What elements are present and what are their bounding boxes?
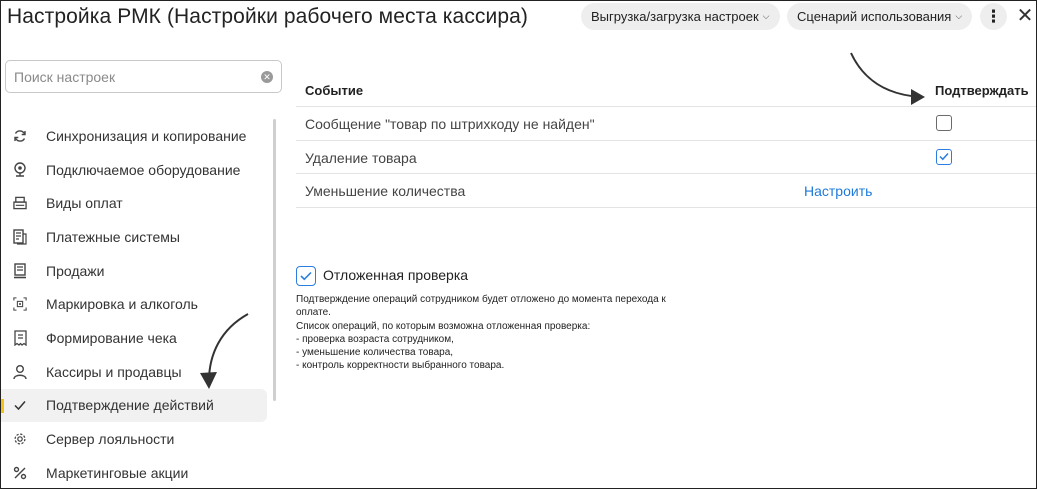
column-header-confirm: Подтверждать xyxy=(935,83,1029,98)
sidebar-item-label: Кассиры и продавцы xyxy=(46,363,182,380)
description-line: - контроль корректности выбранного товар… xyxy=(296,360,505,372)
close-button[interactable]: ✕ xyxy=(1014,5,1036,27)
barcode-scan-icon xyxy=(13,296,27,312)
sidebar-item-payment-types[interactable]: Виды оплат xyxy=(1,186,271,220)
sync-icon xyxy=(13,128,27,144)
annotation-arrow-icon xyxy=(200,313,249,389)
description-line: - проверка возраста сотрудником, xyxy=(296,333,454,345)
sidebar-item-marketing[interactable]: Маркетинговые акции xyxy=(1,456,271,488)
sidebar-item-label: Платежные системы xyxy=(46,228,180,245)
table-row: Удаление товара xyxy=(296,141,1036,174)
annotation-arrow-icon xyxy=(850,52,925,105)
webcam-icon xyxy=(13,161,27,178)
event-label: Уменьшение количества xyxy=(305,183,466,199)
sidebar-item-label: Синхронизация и копирование xyxy=(46,127,247,144)
page-title: Настройка РМК (Настройки рабочего места … xyxy=(7,5,529,28)
description-line: Список операций, по которым возможна отл… xyxy=(296,320,591,332)
deferred-check-label: Отложенная проверка xyxy=(323,267,469,283)
event-label: Сообщение "товар по штрихкоду не найден" xyxy=(305,116,595,132)
sidebar-item-payment-systems[interactable]: Платежные системы xyxy=(1,220,271,254)
clear-search-icon[interactable]: ✕ xyxy=(261,71,273,83)
usage-scenario-label: Сценарий использования xyxy=(797,9,952,24)
sidebar-item-label: Виды оплат xyxy=(46,195,123,212)
description-line: оплате. xyxy=(296,307,331,319)
sidebar-item-sync[interactable]: Синхронизация и копирование xyxy=(1,119,271,153)
sidebar-item-label: Формирование чека xyxy=(46,329,177,346)
confirm-checkbox[interactable] xyxy=(936,148,952,165)
sidebar-scrollbar[interactable] xyxy=(273,119,276,401)
description-line: Подтверждение операций сотрудником будет… xyxy=(296,294,666,305)
more-vertical-icon: ⋮ xyxy=(985,6,1002,26)
settings-sidebar: Синхронизация и копирование Подключаемое… xyxy=(1,119,271,488)
event-label: Удаление товара xyxy=(305,149,417,166)
payment-systems-icon xyxy=(13,229,27,245)
usage-scenario-button[interactable]: Сценарий использования ⌵ xyxy=(787,3,972,30)
person-icon xyxy=(13,364,27,380)
confirm-checkbox[interactable] xyxy=(936,115,952,131)
search-input[interactable] xyxy=(6,61,246,92)
export-import-button[interactable]: Выгрузка/загрузка настроек ⌵ xyxy=(581,3,780,30)
chevron-down-icon: ⌵ xyxy=(762,11,770,21)
percent-icon xyxy=(13,465,27,481)
close-icon: ✕ xyxy=(1016,5,1034,27)
gear-icon xyxy=(13,431,27,447)
check-icon xyxy=(300,271,312,281)
sidebar-item-label: Подтверждение действий xyxy=(46,397,214,414)
configure-link[interactable]: Настроить xyxy=(804,183,872,199)
description-line: - уменьшение количества товара, xyxy=(296,347,454,359)
column-header-event: Событие xyxy=(305,83,364,98)
sidebar-item-label: Маркировка и алкоголь xyxy=(46,296,198,313)
sidebar-item-sales[interactable]: Продажи xyxy=(1,254,271,288)
deferred-check-description: Подтверждение операций сотрудником будет… xyxy=(296,293,696,373)
receipt-icon xyxy=(13,330,27,346)
deferred-check-checkbox[interactable] xyxy=(296,266,316,286)
chevron-down-icon: ⌵ xyxy=(955,11,963,21)
sidebar-item-label: Сервер лояльности xyxy=(46,431,175,448)
sidebar-item-label: Продажи xyxy=(46,262,105,279)
check-icon xyxy=(13,397,27,413)
sidebar-item-loyalty-server[interactable]: Сервер лояльности xyxy=(1,422,271,456)
pos-terminal-icon xyxy=(13,262,27,279)
table-row: Уменьшение количества Настроить xyxy=(296,174,1036,208)
sidebar-item-label: Маркетинговые акции xyxy=(46,464,189,481)
settings-window: Настройка РМК (Настройки рабочего места … xyxy=(0,0,1037,489)
export-import-label: Выгрузка/загрузка настроек xyxy=(591,9,759,24)
sidebar-item-equipment[interactable]: Подключаемое оборудование xyxy=(1,153,271,187)
settings-search: ✕ xyxy=(5,60,282,93)
check-icon xyxy=(939,152,949,160)
table-row: Сообщение "товар по штрихкоду не найден" xyxy=(296,107,1036,141)
sidebar-item-label: Подключаемое оборудование xyxy=(46,161,241,178)
more-menu-button[interactable]: ⋮ xyxy=(980,3,1007,30)
cash-register-icon xyxy=(13,195,27,211)
